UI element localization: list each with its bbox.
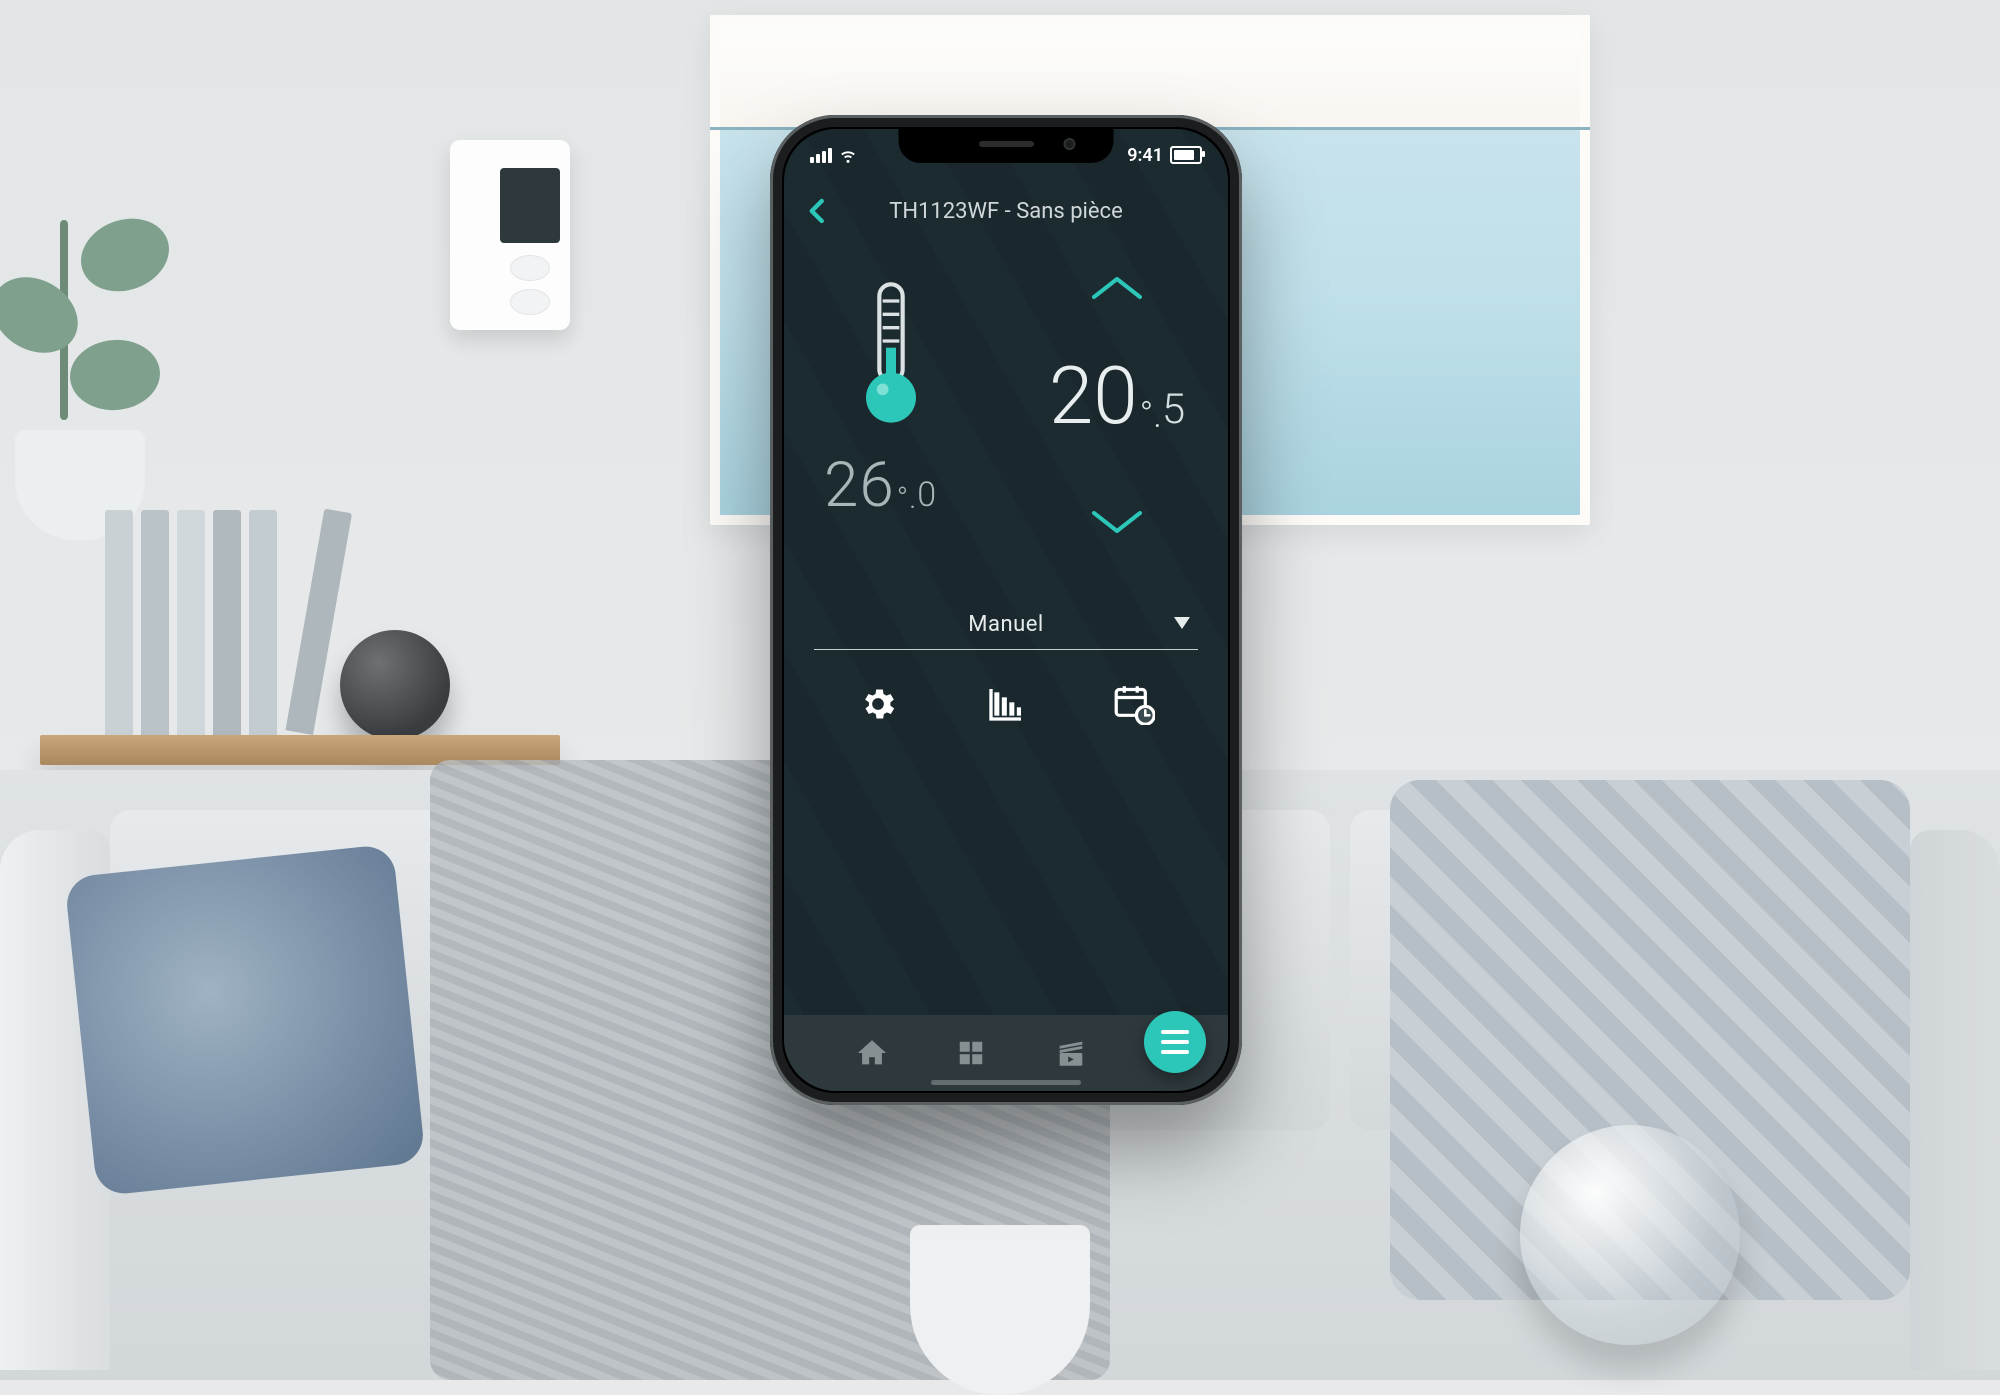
degree-symbol: °.: [1140, 394, 1162, 436]
dropdown-caret-icon: [1174, 617, 1190, 629]
tab-home[interactable]: [850, 1031, 894, 1075]
set-temp-decimal: 5: [1162, 385, 1185, 434]
phone-notch: [899, 129, 1114, 163]
battery-icon: [1170, 146, 1202, 164]
current-temp-decimal: 0: [917, 475, 937, 515]
wifi-icon: [839, 146, 857, 164]
bookshelf-books: [105, 510, 313, 735]
schedule-button[interactable]: [1111, 681, 1157, 727]
pillow-left: [64, 844, 426, 1197]
decor-sphere: [340, 630, 450, 740]
mode-label: Manuel: [968, 612, 1043, 637]
current-temperature: 26 °. 0: [824, 449, 937, 522]
degree-symbol: °.: [897, 481, 918, 516]
home-indicator: [931, 1080, 1081, 1085]
stats-button[interactable]: [983, 681, 1029, 727]
status-time: 9:41: [1127, 145, 1163, 166]
tab-grid[interactable]: [949, 1031, 993, 1075]
decrease-temperature-button[interactable]: [1082, 501, 1152, 541]
mode-selector[interactable]: Manuel: [814, 599, 1198, 650]
tab-scenes[interactable]: [1049, 1031, 1093, 1075]
wall-thermostat-device: [450, 140, 570, 330]
back-button[interactable]: [800, 193, 836, 229]
increase-temperature-button[interactable]: [1082, 267, 1152, 307]
action-row: [814, 669, 1198, 739]
setpoint-temperature: 20 °. 5: [1006, 349, 1228, 443]
glass-ball: [1520, 1125, 1740, 1345]
page-title: TH1123WF - Sans pièce: [889, 199, 1123, 224]
phone-frame: 9:41 TH1123WF - Sans pièce: [770, 115, 1242, 1105]
current-temp-whole: 26: [824, 449, 895, 522]
nav-header: TH1123WF - Sans pièce: [784, 181, 1228, 241]
hamburger-icon: [1161, 1030, 1189, 1054]
settings-button[interactable]: [855, 681, 901, 727]
app-screen: 9:41 TH1123WF - Sans pièce: [784, 129, 1228, 1091]
cellular-signal-icon: [810, 148, 832, 163]
menu-fab-button[interactable]: [1144, 1011, 1206, 1073]
thermometer-icon: [856, 281, 926, 431]
set-temp-whole: 20: [1049, 349, 1138, 443]
